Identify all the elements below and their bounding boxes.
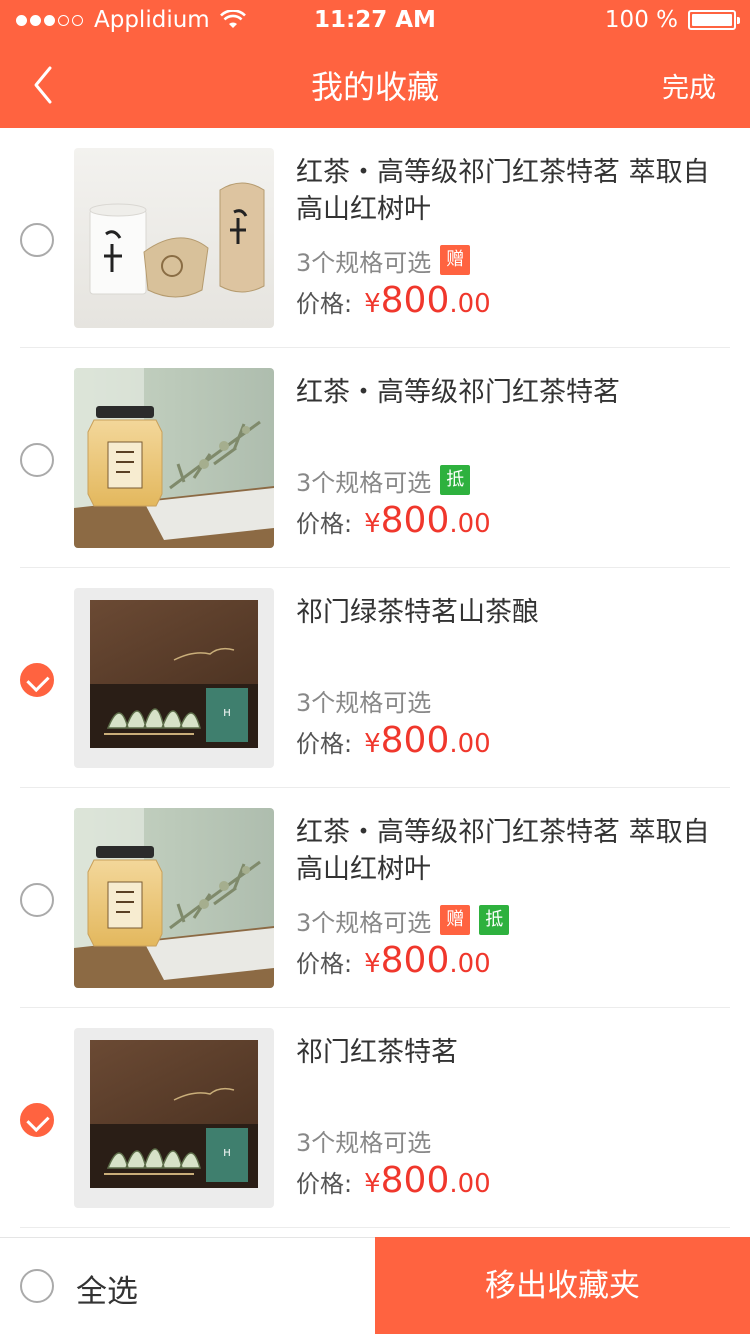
list-item[interactable]: 红茶・高等级祁门红茶特茗 萃取自高山红树叶 3个规格可选 赠 抵 价格: ¥ 8…	[0, 788, 750, 1008]
price-label: 价格:	[296, 510, 353, 538]
price-decimal: .00	[449, 1169, 491, 1199]
price-label: 价格:	[296, 290, 353, 318]
nav-bar: 我的收藏 完成	[0, 40, 750, 128]
specs-text: 3个规格可选	[296, 1128, 432, 1157]
status-bar: Applidium 11:27 AM 100 %	[0, 0, 750, 40]
specs-text: 3个规格可选	[296, 908, 432, 937]
product-title[interactable]: 红茶・高等级祁门红茶特茗 萃取自高山红树叶	[296, 814, 716, 888]
price-integer: 800	[380, 500, 450, 541]
price-currency: ¥	[364, 289, 381, 319]
bottom-action-bar: 全选 移出收藏夹	[0, 1237, 750, 1334]
price-row: 价格: ¥ 800 .00	[296, 500, 491, 546]
gift-badge: 赠	[440, 905, 471, 935]
favorites-list: 红茶・高等级祁门红茶特茗 萃取自高山红树叶 3个规格可选 赠 价格: ¥ 800…	[0, 128, 750, 1236]
done-button[interactable]: 完成	[662, 66, 716, 105]
price-label: 价格:	[296, 1170, 353, 1198]
item-checkbox[interactable]	[20, 663, 54, 697]
battery-icon	[688, 10, 740, 30]
product-image[interactable]	[74, 368, 274, 548]
list-item[interactable]: 祁门红茶特茗 3个规格可选 价格: ¥ 800 .00	[0, 1008, 750, 1228]
specs-row: 3个规格可选 抵	[296, 464, 471, 497]
price-row: 价格: ¥ 800 .00	[296, 1160, 491, 1206]
specs-row: 3个规格可选	[296, 684, 432, 717]
price-label: 价格:	[296, 730, 353, 758]
battery-percent: 100 %	[604, 7, 678, 33]
specs-row: 3个规格可选 赠 抵	[296, 904, 510, 937]
price-integer: 800	[380, 940, 450, 981]
specs-text: 3个规格可选	[296, 248, 432, 277]
app-header: Applidium 11:27 AM 100 % 我的收藏 完成	[0, 0, 750, 128]
deduct-badge: 抵	[440, 465, 471, 495]
list-item[interactable]: 红茶・高等级祁门红茶特茗 3个规格可选 抵 价格: ¥ 800 .00	[0, 348, 750, 568]
price-integer: 800	[380, 280, 450, 321]
remove-from-favorites-button[interactable]: 移出收藏夹	[375, 1237, 750, 1334]
price-row: 价格: ¥ 800 .00	[296, 720, 491, 766]
price-row: 价格: ¥ 800 .00	[296, 280, 491, 326]
price-decimal: .00	[449, 729, 491, 759]
item-checkbox[interactable]	[20, 883, 54, 917]
price-currency: ¥	[364, 729, 381, 759]
item-checkbox[interactable]	[20, 1103, 54, 1137]
specs-text: 3个规格可选	[296, 468, 432, 497]
price-integer: 800	[380, 1160, 450, 1201]
product-image[interactable]	[74, 808, 274, 988]
product-image[interactable]	[74, 148, 274, 328]
specs-row: 3个规格可选 赠	[296, 244, 471, 277]
price-row: 价格: ¥ 800 .00	[296, 940, 491, 986]
price-decimal: .00	[449, 949, 491, 979]
specs-text: 3个规格可选	[296, 688, 432, 717]
product-title[interactable]: 祁门绿茶特茗山茶酿	[296, 594, 716, 631]
item-checkbox[interactable]	[20, 443, 54, 477]
price-label: 价格:	[296, 950, 353, 978]
price-currency: ¥	[364, 949, 381, 979]
price-integer: 800	[380, 720, 450, 761]
price-currency: ¥	[364, 1169, 381, 1199]
product-image[interactable]	[74, 588, 274, 768]
status-right: 100 %	[604, 7, 740, 33]
divider	[20, 1227, 730, 1228]
list-item[interactable]: 红茶・高等级祁门红茶特茗 萃取自高山红树叶 3个规格可选 赠 价格: ¥ 800…	[0, 128, 750, 348]
product-title[interactable]: 红茶・高等级祁门红茶特茗	[296, 374, 716, 411]
price-currency: ¥	[364, 509, 381, 539]
product-image[interactable]	[74, 1028, 274, 1208]
select-all-label[interactable]: 全选	[76, 1266, 138, 1311]
deduct-badge: 抵	[479, 905, 510, 935]
specs-row: 3个规格可选	[296, 1124, 432, 1157]
list-item[interactable]: 祁门绿茶特茗山茶酿 3个规格可选 价格: ¥ 800 .00	[0, 568, 750, 788]
price-decimal: .00	[449, 289, 491, 319]
product-title[interactable]: 祁门红茶特茗	[296, 1034, 716, 1071]
item-checkbox[interactable]	[20, 223, 54, 257]
page-title: 我的收藏	[310, 68, 439, 106]
product-title[interactable]: 红茶・高等级祁门红茶特茗 萃取自高山红树叶	[296, 154, 716, 228]
price-decimal: .00	[449, 509, 491, 539]
gift-badge: 赠	[440, 245, 471, 275]
select-all-checkbox[interactable]	[20, 1269, 54, 1303]
